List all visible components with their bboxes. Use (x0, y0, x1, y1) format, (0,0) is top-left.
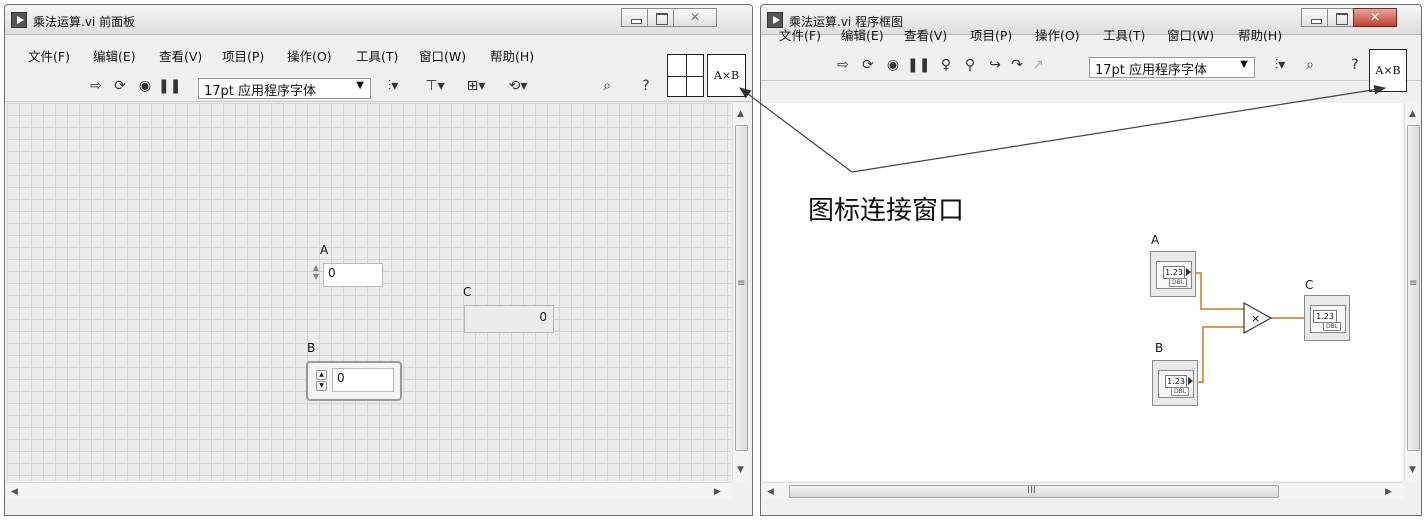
annotation-arrow-diagram (851, 84, 1387, 173)
annotation-arrows (739, 84, 1387, 173)
annotation-arrow-front (739, 87, 853, 173)
